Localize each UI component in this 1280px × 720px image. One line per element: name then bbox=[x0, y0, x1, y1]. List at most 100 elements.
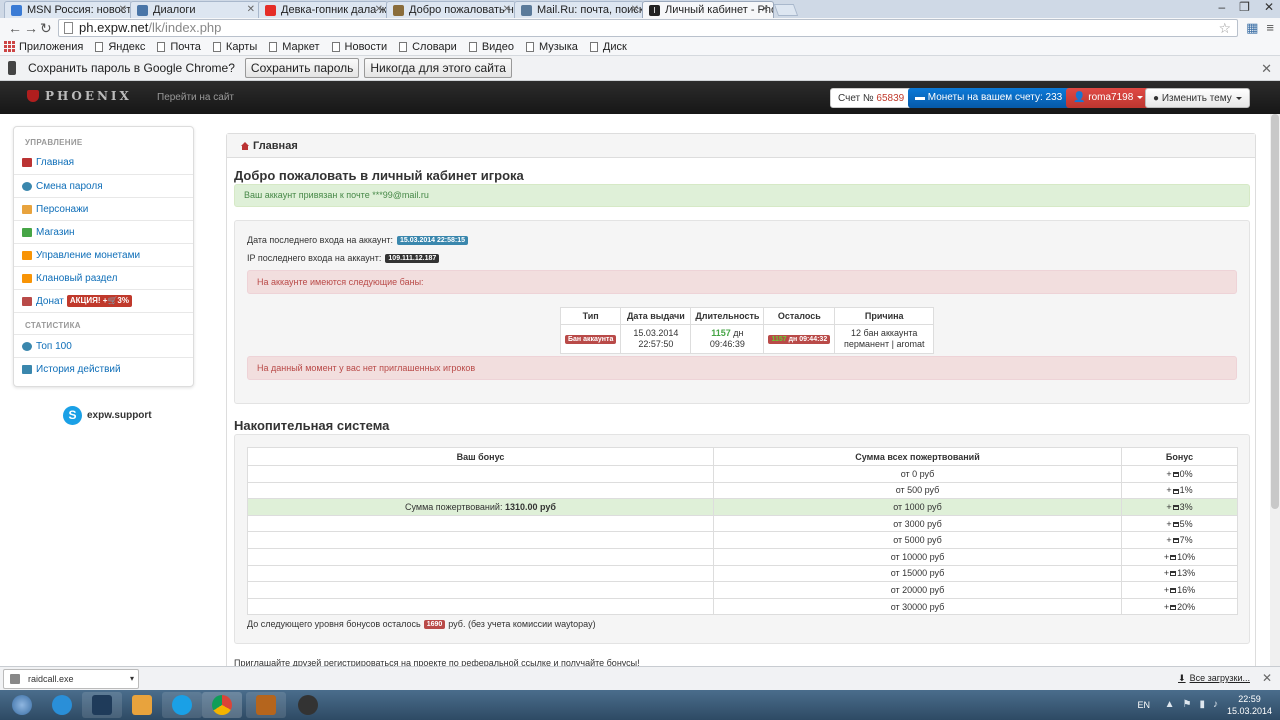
bookmark-yandex[interactable]: Яндекс bbox=[95, 41, 145, 53]
tab-mailru[interactable]: Mail.Ru: почта, поиск в и✕ bbox=[514, 1, 644, 18]
cart-icon bbox=[1172, 505, 1179, 511]
tab-msn[interactable]: MSN Россия: новости, зн✕ bbox=[4, 1, 132, 18]
bookmark-news[interactable]: Новости bbox=[331, 41, 387, 53]
taskbar-skype[interactable] bbox=[162, 692, 202, 718]
save-password-button[interactable]: Сохранить пароль bbox=[244, 58, 360, 78]
maximize-icon[interactable]: ❐ bbox=[1239, 0, 1250, 14]
tab-welcome[interactable]: Добро пожаловать на Yo✕ bbox=[386, 1, 516, 18]
tab-phoenix[interactable]: IЛичный кабинет - Phoen✕ bbox=[642, 1, 774, 18]
bookmark-disk[interactable]: Диск bbox=[589, 41, 627, 53]
gear-icon bbox=[22, 181, 32, 191]
theme-dropdown[interactable]: ● Изменить тему bbox=[1145, 88, 1250, 108]
bookmark-music[interactable]: Музыка bbox=[525, 41, 578, 53]
bookmark-video[interactable]: Видео bbox=[468, 41, 514, 53]
windows-start-icon bbox=[12, 695, 32, 715]
bookmark-dict[interactable]: Словари bbox=[399, 41, 457, 53]
bonus-table: Ваш бонус Сумма всех пожертвований Бонус… bbox=[247, 447, 1238, 616]
remaining-badge: 1157 дн 09:44:32 bbox=[768, 335, 831, 344]
bookmark-market[interactable]: Маркет bbox=[269, 41, 320, 53]
bookmark-maps[interactable]: Карты bbox=[212, 41, 257, 53]
page-scrollbar[interactable] bbox=[1270, 114, 1280, 666]
close-icon[interactable]: ✕ bbox=[761, 4, 769, 15]
bonus-col-sum: Сумма всех пожертвований bbox=[713, 447, 1122, 466]
table-row: от 5000 руб +7% bbox=[247, 531, 1238, 549]
bookmark-mail[interactable]: Почта bbox=[157, 41, 201, 53]
download-shelf: raidcall.exe ▾ Все загрузки... ✕ bbox=[0, 666, 1280, 690]
scrollbar-thumb[interactable] bbox=[1271, 114, 1279, 509]
ban-col-duration: Длительность bbox=[690, 307, 765, 325]
email-alert: Ваш аккаунт привязан к почте ***99@mail.… bbox=[234, 184, 1250, 207]
close-icon[interactable]: ✕ bbox=[503, 4, 511, 15]
all-downloads-link[interactable]: Все загрузки... bbox=[1178, 673, 1250, 684]
taskbar-chrome[interactable] bbox=[202, 692, 242, 718]
chevron-down-icon[interactable]: ▾ bbox=[130, 670, 134, 688]
drop-icon: ● bbox=[1153, 93, 1160, 104]
cart-icon bbox=[22, 227, 32, 237]
sidebar-item-password[interactable]: Смена пароля bbox=[14, 174, 193, 197]
volume-icon[interactable]: ♪ bbox=[1213, 699, 1218, 710]
never-save-button[interactable]: Никогда для этого сайта bbox=[364, 58, 512, 78]
sidebar-item-top100[interactable]: Топ 100 bbox=[14, 334, 193, 357]
taskbar-game[interactable] bbox=[246, 692, 286, 718]
tab-dialogs[interactable]: Диалоги ✕ bbox=[130, 1, 260, 18]
sidebar-item-history[interactable]: История действий bbox=[14, 357, 193, 380]
msn-favicon-icon bbox=[11, 5, 22, 16]
next-level-line: До следующего уровня бонусов осталось 16… bbox=[247, 619, 596, 629]
reload-icon[interactable]: ↻ bbox=[40, 20, 52, 37]
sidebar-item-coins[interactable]: Управление монетами bbox=[14, 243, 193, 266]
sidebar-item-shop[interactable]: Магазин bbox=[14, 220, 193, 243]
cart-icon bbox=[1172, 521, 1179, 527]
page-icon bbox=[468, 41, 477, 52]
taskbar-explorer[interactable] bbox=[82, 692, 122, 718]
account-number-button[interactable]: Счет № 65839 bbox=[830, 88, 913, 108]
taskbar-ie[interactable] bbox=[42, 692, 82, 718]
cart-icon bbox=[1170, 571, 1177, 577]
sidebar-item-clan[interactable]: Клановый раздел bbox=[14, 266, 193, 289]
tray-arrow-icon[interactable]: ▲ bbox=[1165, 699, 1175, 710]
caret-down-icon bbox=[1137, 95, 1144, 99]
network-icon[interactable]: ▮ bbox=[1199, 699, 1205, 710]
page-icon bbox=[212, 41, 221, 52]
sidebar-item-home[interactable]: Главная bbox=[14, 151, 193, 174]
page-icon bbox=[525, 41, 534, 52]
coins-dropdown[interactable]: ▬ Монеты на вашем счету: 233 bbox=[908, 88, 1080, 108]
language-indicator[interactable]: EN bbox=[1137, 700, 1150, 710]
close-icon[interactable]: ✕ bbox=[119, 4, 127, 15]
bookmark-apps[interactable]: Приложения bbox=[4, 41, 83, 53]
close-window-icon[interactable]: ✕ bbox=[1264, 0, 1274, 14]
sidebar-item-characters[interactable]: Персонажи bbox=[14, 197, 193, 220]
tab-youtube[interactable]: Девка-гопник дала журн✕ bbox=[258, 1, 388, 18]
skype-support-link[interactable]: S expw.support bbox=[63, 406, 152, 425]
user-dropdown[interactable]: 👤 roma7198 bbox=[1066, 88, 1151, 108]
extensions-icon[interactable]: ▦ bbox=[1246, 20, 1258, 36]
start-button[interactable] bbox=[2, 692, 42, 718]
table-row: от 500 руб +1% bbox=[247, 481, 1238, 500]
close-icon[interactable]: ✕ bbox=[1261, 61, 1272, 77]
table-row: от 15000 руб +13% bbox=[247, 564, 1238, 583]
close-icon[interactable]: ✕ bbox=[247, 4, 255, 15]
youtube-favicon-icon bbox=[265, 5, 276, 16]
flag-icon[interactable]: ⚑ bbox=[1183, 699, 1192, 710]
close-icon[interactable]: ✕ bbox=[1262, 671, 1272, 685]
clock[interactable]: 22:59 15.03.2014 bbox=[1227, 693, 1272, 717]
minimize-icon[interactable]: – bbox=[1218, 0, 1225, 14]
site-logo[interactable]: PHOENIX bbox=[27, 89, 132, 103]
taskbar-media[interactable] bbox=[122, 692, 162, 718]
vk-favicon-icon bbox=[137, 5, 148, 16]
forward-icon[interactable]: → bbox=[24, 20, 38, 36]
sidebar-item-donate[interactable]: Донат АКЦИЯ! +🛒3% bbox=[14, 289, 193, 312]
download-item[interactable]: raidcall.exe ▾ bbox=[3, 669, 139, 689]
cart-icon bbox=[1170, 604, 1177, 610]
star-icon[interactable]: ☆ bbox=[1218, 20, 1231, 36]
window-controls: – ❐ ✕ bbox=[1218, 0, 1274, 14]
taskbar-app[interactable] bbox=[288, 692, 328, 718]
back-icon[interactable]: ← bbox=[8, 20, 22, 36]
close-icon[interactable]: ✕ bbox=[375, 4, 383, 15]
new-tab-button[interactable] bbox=[773, 4, 799, 16]
address-bar[interactable]: ph.expw.net/lk/index.php ☆ bbox=[58, 19, 1238, 37]
goto-site-link[interactable]: Перейти на сайт bbox=[157, 92, 234, 103]
close-icon[interactable]: ✕ bbox=[631, 4, 639, 15]
page-content: УПРАВЛЕНИЕ Главная Смена пароля Персонаж… bbox=[0, 114, 1270, 666]
table-row: от 3000 руб +5% bbox=[247, 514, 1238, 533]
menu-icon[interactable]: ≡ bbox=[1266, 20, 1274, 36]
